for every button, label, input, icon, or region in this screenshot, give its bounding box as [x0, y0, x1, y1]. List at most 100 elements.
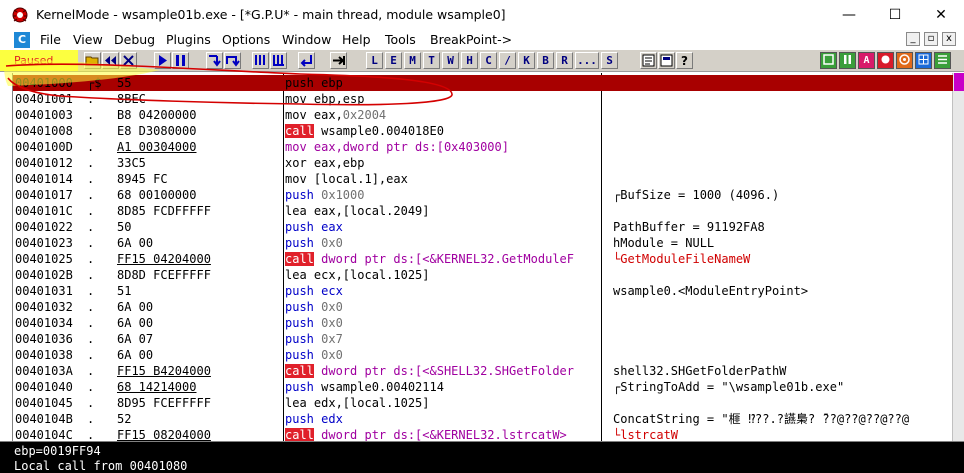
menu-view[interactable]: View — [73, 32, 103, 47]
menu-help[interactable]: Help — [342, 32, 371, 47]
asm-token: 0x0 — [313, 316, 343, 330]
address-cell: 00401031 — [15, 284, 73, 298]
close-button[interactable]: ✕ — [918, 0, 964, 30]
disasm-row[interactable]: 00401036. 6A 07 push 0x7 — [13, 331, 953, 347]
goto-icon[interactable] — [330, 52, 347, 69]
hex-dump-cell: 8D95 FCEFFFFF — [117, 396, 211, 410]
breakpoints-button[interactable]: B — [537, 52, 554, 69]
flow-marker-cell: . — [87, 92, 95, 106]
comment-cell — [613, 171, 953, 187]
disassembly-pane[interactable]: 00401000 ┌$ 55 push ebp 00401001. 8BEC mov ebp… — [12, 73, 964, 442]
disassembly-cell: push 0x0 — [285, 299, 601, 315]
options-icon[interactable] — [640, 52, 657, 69]
menu-options[interactable]: Options — [222, 32, 270, 47]
menu-tools[interactable]: Tools — [385, 32, 416, 47]
plugin-record-icon[interactable] — [877, 52, 894, 69]
flow-marker-cell: ┌$ — [87, 76, 102, 90]
menu-breakpoint[interactable]: BreakPoint-> — [430, 32, 512, 47]
appearance-icon[interactable] — [658, 52, 675, 69]
maximize-button[interactable]: ☐ — [872, 0, 918, 30]
trace-into-icon[interactable] — [252, 52, 269, 69]
threads-button[interactable]: T — [423, 52, 440, 69]
disasm-row[interactable]: 0040103A. FF15 B4204000 call dword ptr ds:… — [13, 363, 953, 379]
windows-button[interactable]: W — [442, 52, 459, 69]
asm-token: dword ptr ds:[<&KERNEL32.GetModuleF — [313, 252, 574, 266]
plugin-target-icon[interactable] — [896, 52, 913, 69]
handles-button[interactable]: H — [461, 52, 478, 69]
log-window-button[interactable]: L — [366, 52, 383, 69]
disasm-row[interactable]: 00401000 ┌$ 55 push ebp — [13, 75, 953, 91]
plugin-list-icon[interactable] — [934, 52, 951, 69]
address-cell: 0040100D — [15, 140, 73, 154]
mdi-restore-button[interactable]: ▫ — [924, 32, 938, 46]
trace-over-icon[interactable] — [270, 52, 287, 69]
menu-plugins[interactable]: Plugins — [166, 32, 211, 47]
references-button[interactable]: R — [556, 52, 573, 69]
disasm-row[interactable]: 0040104B. 52 push edx ConcatString = "榧 ⁉?… — [13, 411, 953, 427]
run-icon[interactable] — [154, 52, 171, 69]
step-into-icon[interactable] — [206, 52, 223, 69]
flow-marker-cell: . — [87, 236, 95, 250]
step-over-icon[interactable] — [224, 52, 241, 69]
hex-dump-cell: 6A 07 — [117, 332, 154, 346]
disasm-row[interactable]: 00401022. 50 push eax PathBuffer = 91192FA… — [13, 219, 953, 235]
disasm-row[interactable]: 00401014. 8945 FC mov [local.1],eax — [13, 171, 953, 187]
mdi-close-button[interactable]: x — [942, 32, 956, 46]
disasm-row[interactable]: 00401003. B8 04200000 mov eax,0x2004 — [13, 107, 953, 123]
disasm-row[interactable]: 00401001. 8BEC mov ebp,esp — [13, 91, 953, 107]
disasm-row[interactable]: 00401031. 51 push ecx wsample0.<ModuleEntr… — [13, 283, 953, 299]
memory-map-button[interactable]: M — [404, 52, 421, 69]
minimize-button[interactable]: — — [826, 0, 872, 30]
asm-token: push — [285, 188, 314, 202]
pause-icon[interactable] — [172, 52, 189, 69]
cpu-window-icon[interactable]: C — [14, 32, 30, 48]
asm-token: push — [285, 220, 314, 234]
mdi-minimize-button[interactable]: _ — [906, 32, 920, 46]
cpu-button[interactable]: C — [480, 52, 497, 69]
disasm-row[interactable]: 00401032. 6A 00 push 0x0 — [13, 299, 953, 315]
asm-token: push — [285, 380, 314, 394]
flow-marker-cell: . — [87, 348, 95, 362]
disasm-row[interactable]: 00401038. 6A 00 push 0x0 — [13, 347, 953, 363]
status-paused: Paused — [0, 50, 78, 71]
disasm-row[interactable]: 00401040. 68 14214000 push wsample0.004021… — [13, 379, 953, 395]
disasm-row[interactable]: 0040100D. A1 00304000 mov eax,dword ptr ds… — [13, 139, 953, 155]
disasm-row[interactable]: 00401025. FF15 04204000 call dword ptr ds:… — [13, 251, 953, 267]
menu-window[interactable]: Window — [282, 32, 331, 47]
patches-button[interactable]: / — [499, 52, 516, 69]
plugin-a-button[interactable]: A — [858, 52, 875, 69]
disasm-row[interactable]: 00401023. 6A 00 push 0x0 hModule = NULL — [13, 235, 953, 251]
run-trace-button[interactable]: ... — [575, 52, 599, 69]
disasm-row[interactable]: 00401045. 8D95 FCEFFFFF lea edx,[local.102… — [13, 395, 953, 411]
disasm-row[interactable]: 00401008. E8 D3080000 call wsample0.004018… — [13, 123, 953, 139]
disasm-row[interactable]: 0040102B. 8D8D FCEFFFFF lea ecx,[local.102… — [13, 267, 953, 283]
restart-icon[interactable] — [102, 52, 119, 69]
call-stack-button[interactable]: K — [518, 52, 535, 69]
menu-file[interactable]: File — [40, 32, 61, 47]
executable-modules-button[interactable]: E — [385, 52, 402, 69]
disasm-row[interactable]: 00401012. 33C5 xor eax,ebp — [13, 155, 953, 171]
open-folder-icon[interactable] — [84, 52, 101, 69]
plugin-grid-icon[interactable] — [915, 52, 932, 69]
scrollbar-thumb[interactable] — [954, 73, 964, 91]
disassembly-cell: push 0x7 — [285, 331, 601, 347]
asm-token: wsample0.00402114 — [313, 380, 444, 394]
help-icon[interactable]: ? — [676, 52, 693, 69]
execute-till-return-icon[interactable] — [298, 52, 315, 69]
hex-dump-cell: 6A 00 — [117, 316, 154, 330]
menu-debug[interactable]: Debug — [114, 32, 155, 47]
disasm-row[interactable]: 0040101C. 8D85 FCDFFFFF lea eax,[local.204… — [13, 203, 953, 219]
plugin-pause-icon[interactable] — [839, 52, 856, 69]
disassembly-cell: lea edx,[local.1025] — [285, 395, 601, 411]
close-process-icon[interactable] — [120, 52, 137, 69]
comment-cell — [613, 395, 953, 411]
info-call-source: Local call from 00401080 — [14, 459, 188, 473]
asm-token: 0x0 — [313, 300, 343, 314]
asm-token: push — [285, 348, 314, 362]
source-button[interactable]: S — [601, 52, 618, 69]
disasm-row[interactable]: 00401017. 68 00100000 push 0x1000 ┌BufSize … — [13, 187, 953, 203]
disasm-row[interactable]: 00401034. 6A 00 push 0x0 — [13, 315, 953, 331]
asm-token: mov ebp,esp — [285, 92, 365, 106]
plugin-green-icon[interactable] — [820, 52, 837, 69]
vertical-scrollbar[interactable] — [952, 73, 964, 441]
